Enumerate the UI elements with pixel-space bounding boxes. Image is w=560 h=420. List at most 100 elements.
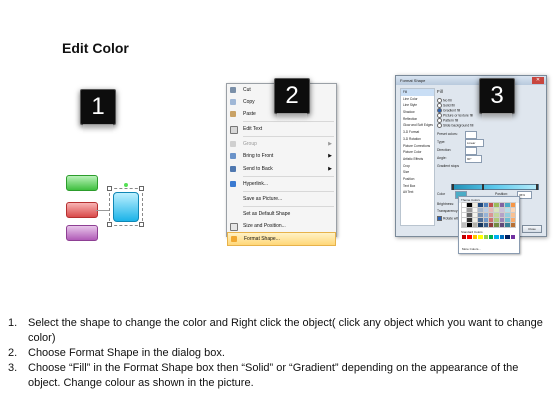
nav-item-glow[interactable]: Glow and Soft Edges (401, 122, 434, 129)
nav-item-alt-text[interactable]: Alt Text (401, 189, 434, 196)
close-button[interactable]: Close (522, 225, 542, 233)
color-swatch[interactable] (509, 212, 517, 218)
color-swatch[interactable] (504, 202, 511, 208)
color-swatch[interactable] (493, 222, 500, 228)
color-swatch[interactable] (504, 217, 511, 223)
purple-shape[interactable] (66, 225, 98, 241)
color-swatch[interactable] (487, 202, 495, 208)
color-swatch[interactable] (493, 202, 500, 208)
nav-item-size[interactable]: Size (401, 169, 434, 176)
color-swatch[interactable] (471, 212, 479, 218)
color-swatch[interactable] (460, 202, 468, 208)
menu-item-size-position[interactable]: Size and Position... (227, 220, 336, 232)
color-swatch[interactable] (509, 202, 517, 208)
color-swatch[interactable] (477, 202, 484, 208)
menu-item-save-as-picture[interactable]: Save as Picture... (227, 193, 336, 205)
nav-item-fill[interactable]: Fill (401, 89, 434, 96)
green-shape[interactable] (66, 175, 98, 191)
color-swatch[interactable] (466, 222, 473, 228)
color-swatch[interactable] (509, 222, 517, 228)
nav-item-line-color[interactable]: Line Color (401, 96, 434, 103)
color-swatch[interactable] (493, 207, 500, 213)
nav-item-3d-rotation[interactable]: 3-D Rotation (401, 136, 434, 143)
color-swatch[interactable] (471, 222, 479, 228)
gradient-stops-bar[interactable] (451, 184, 539, 190)
nav-item-picture-corrections[interactable]: Picture Corrections (401, 143, 434, 150)
gradient-stop-handle[interactable] (482, 184, 484, 190)
blue-shape[interactable] (113, 192, 139, 222)
color-swatch[interactable] (466, 217, 473, 223)
menu-item-bring-to-front[interactable]: Bring to Front ▶ (227, 150, 336, 162)
color-swatch[interactable] (477, 207, 484, 213)
rotation-handle[interactable] (124, 183, 128, 187)
color-swatch[interactable] (487, 222, 495, 228)
more-colors-link[interactable]: More Colors... (462, 247, 481, 251)
nav-item-reflection[interactable]: Reflection (401, 116, 434, 123)
color-swatch[interactable] (478, 235, 483, 239)
color-swatch[interactable] (493, 212, 500, 218)
color-swatch[interactable] (487, 207, 495, 213)
resize-handle[interactable] (107, 186, 112, 191)
nav-item-text-box[interactable]: Text Box (401, 183, 434, 190)
color-swatch[interactable] (482, 217, 490, 223)
menu-item-hyperlink[interactable]: Hyperlink... (227, 178, 336, 190)
gradient-stop-handle[interactable] (536, 184, 538, 190)
color-swatch[interactable] (471, 207, 479, 213)
color-swatch[interactable] (460, 222, 468, 228)
color-swatch[interactable] (493, 217, 500, 223)
direction-dropdown[interactable] (465, 147, 477, 155)
color-swatch[interactable] (466, 212, 473, 218)
color-swatch[interactable] (504, 212, 511, 218)
color-swatch[interactable] (509, 207, 517, 213)
color-swatch[interactable] (482, 202, 490, 208)
menu-item-group[interactable]: Group ▶ (227, 138, 336, 150)
color-swatch[interactable] (498, 212, 506, 218)
color-swatch[interactable] (504, 222, 511, 228)
color-swatch[interactable] (467, 235, 472, 239)
nav-item-line-style[interactable]: Line Style (401, 102, 434, 109)
color-swatch[interactable] (499, 235, 505, 239)
color-swatch[interactable] (509, 217, 517, 223)
color-swatch[interactable] (472, 235, 478, 239)
color-swatch[interactable] (466, 202, 473, 208)
angle-input[interactable]: 90° (465, 155, 482, 163)
gradient-stop-handle[interactable] (452, 184, 454, 190)
menu-item-format-shape[interactable]: Format Shape... (227, 232, 336, 247)
color-swatch[interactable] (477, 212, 484, 218)
option-slide-background-fill[interactable]: Slide background fill (437, 123, 473, 128)
nav-item-picture-color[interactable]: Picture Color (401, 149, 434, 156)
color-swatch[interactable] (510, 235, 515, 239)
color-swatch[interactable] (498, 202, 506, 208)
nav-item-shadow[interactable]: Shadow (401, 109, 434, 116)
red-shape[interactable] (66, 202, 98, 218)
color-swatch[interactable] (462, 235, 467, 239)
color-swatch[interactable] (494, 235, 499, 239)
resize-handle[interactable] (139, 222, 144, 227)
color-swatch[interactable] (504, 207, 511, 213)
resize-handle[interactable] (139, 186, 144, 191)
color-swatch[interactable] (488, 235, 494, 239)
color-swatch[interactable] (498, 217, 506, 223)
color-swatch[interactable] (477, 222, 484, 228)
type-dropdown[interactable]: Linear (465, 139, 484, 147)
color-swatch[interactable] (487, 217, 495, 223)
color-swatch[interactable] (466, 207, 473, 213)
close-icon[interactable]: ✕ (532, 77, 544, 84)
color-swatch[interactable] (477, 217, 484, 223)
color-swatch[interactable] (460, 217, 468, 223)
color-swatch[interactable] (482, 212, 490, 218)
color-swatch[interactable] (482, 207, 490, 213)
color-swatch[interactable] (471, 217, 479, 223)
color-swatch[interactable] (505, 235, 510, 239)
preset-colors-dropdown[interactable] (465, 131, 477, 139)
menu-item-send-to-back[interactable]: Send to Back ▶ (227, 163, 336, 175)
color-swatch[interactable] (487, 212, 495, 218)
color-swatch[interactable] (471, 202, 479, 208)
color-swatch[interactable] (460, 207, 468, 213)
menu-item-edit-text[interactable]: Edit Text (227, 123, 336, 135)
nav-item-3d-format[interactable]: 3-D Format (401, 129, 434, 136)
color-swatch[interactable] (498, 207, 506, 213)
menu-item-set-default-shape[interactable]: Set as Default Shape (227, 208, 336, 220)
color-swatch[interactable] (482, 222, 490, 228)
nav-item-artistic-effects[interactable]: Artistic Effects (401, 156, 434, 163)
